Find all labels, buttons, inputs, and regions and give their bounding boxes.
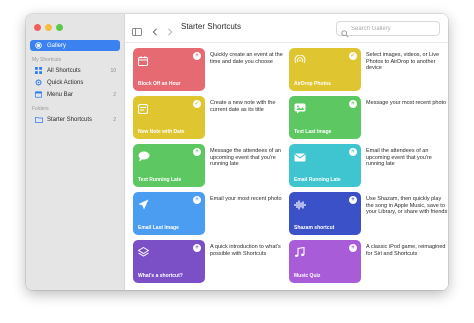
add-shortcut-button[interactable]: +: [193, 148, 201, 156]
card-title: AirDrop Photos: [294, 81, 331, 87]
sidebar-item-quick-actions[interactable]: Quick Actions: [30, 77, 120, 88]
shortcut-card-email-running-late[interactable]: + Email Running Late: [289, 144, 361, 187]
sidebar-section-folders: Folders: [32, 106, 49, 112]
shortcut-card-airdrop-photos[interactable]: ✓ AirDrop Photos: [289, 48, 361, 91]
card-title: What's a shortcut?: [138, 273, 183, 279]
sidebar-item-count: 10: [110, 67, 116, 74]
menubar-icon: [34, 91, 43, 98]
card-title: Shazam shortcut: [294, 225, 335, 231]
toolbar: Starter Shortcuts: [125, 14, 448, 43]
card-title: Text Last Image: [294, 129, 332, 135]
card-description: A quick introduction to what's possible …: [210, 244, 281, 257]
layers-icon: [137, 245, 150, 263]
main-area: Starter Shortcuts + Block Off an Hour Qu…: [125, 14, 448, 290]
window-controls: [34, 24, 63, 31]
sidebar-item-label: Menu Bar: [47, 91, 74, 98]
sidebar-item-starter-shortcuts[interactable]: Starter Shortcuts 2: [30, 114, 120, 125]
sidebar: Gallery My Shortcuts All Shortcuts 10 Qu…: [26, 14, 125, 290]
gallery-icon: [34, 42, 43, 49]
added-shortcut-check[interactable]: ✓: [349, 52, 357, 60]
card-description: Message your most recent photo: [366, 100, 447, 106]
chat-bubble-icon: [138, 149, 150, 167]
add-shortcut-button[interactable]: +: [349, 100, 357, 108]
forward-chevron-icon[interactable]: [167, 23, 173, 41]
card-title: Email Last Image: [138, 225, 179, 231]
envelope-icon: [294, 149, 306, 167]
card-title: Email Running Late: [294, 177, 341, 183]
card-title: Text Running Late: [138, 177, 182, 183]
sidebar-section-my-shortcuts: My Shortcuts: [32, 57, 62, 63]
close-button[interactable]: [34, 24, 41, 31]
shortcut-card-text-last-image[interactable]: + Text Last Image: [289, 96, 361, 139]
sidebar-toggle-icon[interactable]: [132, 23, 142, 41]
sidebar-item-gallery[interactable]: Gallery: [30, 40, 120, 51]
sidebar-item-count: 2: [113, 91, 116, 98]
card-description: Quickly create an event at the time and …: [210, 52, 283, 65]
calendar-icon: [138, 53, 148, 71]
card-description: Message the attendees of an upcoming eve…: [210, 148, 281, 167]
sidebar-item-label: Starter Shortcuts: [47, 116, 93, 123]
add-shortcut-button[interactable]: +: [193, 196, 201, 204]
card-description: Use Shazam, then quickly play the song i…: [366, 196, 448, 215]
sidebar-item-menu-bar[interactable]: Menu Bar 2: [30, 89, 120, 100]
page-title: Starter Shortcuts: [181, 22, 242, 31]
shortcut-card-block-off-an-hour[interactable]: + Block Off an Hour: [133, 48, 205, 91]
sidebar-item-label: All Shortcuts: [47, 67, 81, 74]
add-shortcut-button[interactable]: +: [349, 196, 357, 204]
shortcut-card-email-last-image[interactable]: + Email Last Image: [133, 192, 205, 235]
sidebar-item-label: Gallery: [47, 42, 67, 49]
search-input[interactable]: [349, 25, 433, 32]
card-title: New Note with Date: [138, 129, 185, 135]
sidebar-item-count: 2: [113, 116, 116, 123]
card-description: Email your most recent photo: [210, 196, 282, 202]
card-description: Select images, videos, or Live Photos to…: [366, 52, 440, 71]
folder-icon: [34, 116, 43, 123]
gear-icon: [34, 79, 43, 86]
added-shortcut-check[interactable]: ✓: [193, 100, 201, 108]
card-description: Create a new note with the current date …: [210, 100, 276, 113]
card-title: Block Off an Hour: [138, 81, 181, 87]
shortcut-card-text-running-late[interactable]: + Text Running Late: [133, 144, 205, 187]
card-description: A classic iPod game, reimagined for Siri…: [366, 244, 446, 257]
shortcuts-window: Gallery My Shortcuts All Shortcuts 10 Qu…: [26, 14, 448, 290]
minimize-button[interactable]: [45, 24, 52, 31]
zoom-button[interactable]: [56, 24, 63, 31]
shortcut-card-new-note-with-date[interactable]: ✓ New Note with Date: [133, 96, 205, 139]
search-field[interactable]: [336, 21, 440, 38]
search-icon: [341, 25, 349, 38]
back-chevron-icon[interactable]: [152, 23, 158, 41]
add-shortcut-button[interactable]: +: [349, 148, 357, 156]
sidebar-item-label: Quick Actions: [47, 79, 84, 86]
shortcut-card-music-quiz[interactable]: + Music Quiz: [289, 240, 361, 283]
message-image-icon: [294, 101, 306, 119]
airdrop-icon: [294, 53, 306, 71]
paperplane-icon: [138, 197, 149, 215]
add-shortcut-button[interactable]: +: [193, 52, 201, 60]
note-icon: [138, 101, 148, 119]
card-description: Email the attendees of an upcoming event…: [366, 148, 432, 167]
shortcut-card-whats-a-shortcut[interactable]: + What's a shortcut?: [133, 240, 205, 283]
waveform-icon: [294, 197, 306, 215]
card-title: Music Quiz: [294, 273, 321, 279]
music-note-icon: [294, 245, 305, 263]
add-shortcut-button[interactable]: +: [349, 244, 357, 252]
shortcut-card-shazam-shortcut[interactable]: + Shazam shortcut: [289, 192, 361, 235]
sidebar-item-all-shortcuts[interactable]: All Shortcuts 10: [30, 65, 120, 76]
add-shortcut-button[interactable]: +: [193, 244, 201, 252]
grid-icon: [34, 67, 43, 74]
